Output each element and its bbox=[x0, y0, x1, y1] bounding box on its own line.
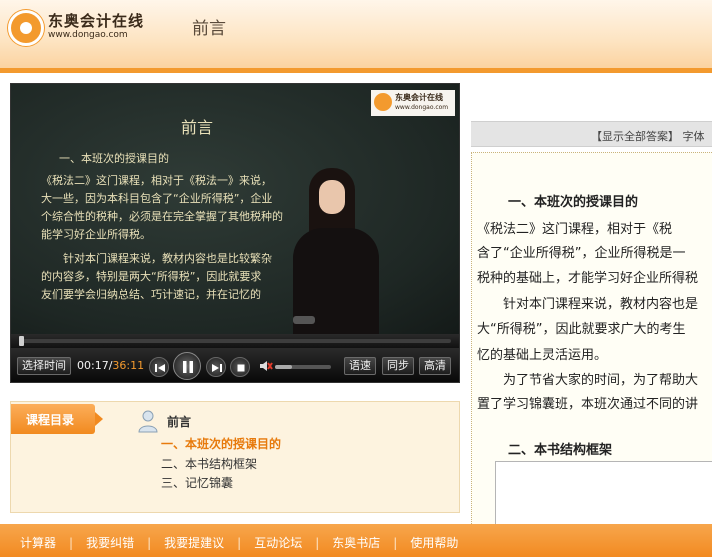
help-link[interactable]: 使用帮助 bbox=[410, 534, 458, 551]
watermark-name: 东奥会计在线 bbox=[395, 93, 443, 102]
next-button[interactable] bbox=[206, 357, 226, 377]
suggestion-link[interactable]: 我要提建议 bbox=[164, 534, 224, 551]
microphone-icon bbox=[293, 316, 315, 324]
watermark-circle-icon bbox=[374, 93, 392, 111]
footer: 计算器 | 我要纠错 | 我要提建议 | 互动论坛 | 东奥书店 | 使用帮助 bbox=[0, 524, 712, 557]
user-icon bbox=[138, 410, 158, 433]
catalog-item-memory-tips[interactable]: 三、记忆锦囊 bbox=[161, 474, 233, 491]
handout-toolbar: 【显示全部答案】 字体 bbox=[471, 121, 712, 147]
footer-separator: | bbox=[315, 536, 320, 550]
current-time: 00:17 bbox=[77, 359, 109, 372]
forum-link[interactable]: 互动论坛 bbox=[254, 534, 302, 551]
video-frame[interactable]: 东奥会计在线 www.dongao.com 前言 一、本班次的授课目的 《税法二… bbox=[11, 84, 459, 334]
catalog-item-teaching-purpose[interactable]: 一、本班次的授课目的 bbox=[161, 435, 281, 452]
skip-back-icon bbox=[155, 364, 165, 372]
board-line: 友们要学会归纳总结、巧计速记，并在记忆的 bbox=[41, 288, 261, 301]
handout-heading-1: 一、本班次的授课目的 bbox=[508, 195, 639, 210]
seek-handle[interactable] bbox=[19, 336, 24, 346]
calculator-link[interactable]: 计算器 bbox=[20, 534, 56, 551]
handout-line: 置了学习锦囊班，本班次通过不同的讲 bbox=[477, 397, 699, 412]
handout-content[interactable]: 一、本班次的授课目的 《税法二》这门课程，相对于《税 含了“企业所得税”，企业所… bbox=[471, 152, 712, 530]
handout-line: 税种的基础上，才能学习好企业所得税 bbox=[477, 271, 699, 286]
site-logo[interactable]: 东奥会计在线 www.dongao.com bbox=[8, 8, 148, 50]
page-title: 前言 bbox=[192, 19, 226, 39]
skip-forward-icon bbox=[212, 364, 222, 372]
structure-frame-box bbox=[495, 461, 712, 529]
footer-separator: | bbox=[147, 536, 152, 550]
stop-icon bbox=[237, 364, 245, 372]
speech-speed-button[interactable]: 语速 bbox=[344, 357, 376, 375]
handout-line: 含了“企业所得税”，企业所得税是一 bbox=[477, 246, 686, 261]
pause-icon bbox=[183, 361, 193, 373]
footer-separator: | bbox=[237, 536, 242, 550]
logo-circle-icon bbox=[8, 10, 44, 46]
board-title: 前言 bbox=[181, 118, 214, 137]
footer-separator: | bbox=[393, 536, 398, 550]
course-catalog-tab[interactable]: 课程目录 bbox=[11, 404, 103, 434]
lecturer-face bbox=[319, 180, 345, 214]
bookstore-link[interactable]: 东奥书店 bbox=[332, 534, 380, 551]
lecturer-figure bbox=[283, 168, 379, 334]
board-line: 个综合性的税种，必须是在完全掌握了其他税种的 bbox=[41, 210, 283, 223]
course-catalog: 课程目录 前言 一、本班次的授课目的 二、本书结构框架 三、记忆锦囊 bbox=[10, 401, 460, 513]
select-time-button[interactable]: 选择时间 bbox=[17, 357, 71, 375]
board-heading: 一、本班次的授课目的 bbox=[59, 152, 169, 165]
show-all-answers-link[interactable]: 【显示全部答案】 字体 bbox=[591, 128, 705, 144]
volume-slider[interactable] bbox=[275, 365, 331, 369]
board-line: 能学习好企业所得税。 bbox=[41, 228, 151, 241]
header: 东奥会计在线 www.dongao.com 前言 bbox=[0, 0, 712, 68]
board-line: 大一些，因为本科目包含了“企业所得税”，企业 bbox=[41, 192, 273, 205]
watermark-url: www.dongao.com bbox=[395, 104, 449, 111]
catalog-item-book-structure[interactable]: 二、本书结构框架 bbox=[161, 455, 257, 472]
video-watermark-logo: 东奥会计在线 www.dongao.com bbox=[371, 90, 455, 116]
seek-bar[interactable] bbox=[11, 334, 459, 348]
handout-heading-2: 二、本书结构框架 bbox=[508, 443, 613, 458]
pause-button[interactable] bbox=[173, 352, 201, 380]
handout-line: 为了节省大家的时间，为了帮助大 bbox=[477, 373, 699, 388]
player-controls: 选择时间 00:17/36:11 语速 同步 高清 bbox=[11, 348, 459, 382]
logo-name: 东奥会计在线 bbox=[48, 12, 145, 30]
volume-level-fill bbox=[275, 365, 292, 369]
course-catalog-tab-label: 课程目录 bbox=[26, 413, 75, 427]
stop-button[interactable] bbox=[230, 357, 250, 377]
time-display: 00:17/36:11 bbox=[77, 359, 145, 372]
handout-line: 针对本门课程来说，教材内容也是 bbox=[477, 297, 699, 312]
hd-button[interactable]: 高清 bbox=[419, 357, 451, 375]
handout-line: 《税法二》这门课程，相对于《税 bbox=[477, 222, 673, 237]
volume-mute-icon[interactable] bbox=[259, 359, 273, 373]
previous-button[interactable] bbox=[149, 357, 169, 377]
board-line: 的内容多，特别是两大“所得税”，因此就要求 bbox=[41, 270, 262, 283]
sync-button[interactable]: 同步 bbox=[382, 357, 414, 375]
seek-track[interactable] bbox=[19, 336, 451, 346]
footer-separator: | bbox=[69, 536, 74, 550]
logo-url: www.dongao.com bbox=[48, 30, 128, 40]
video-player[interactable]: 东奥会计在线 www.dongao.com 前言 一、本班次的授课目的 《税法二… bbox=[10, 83, 460, 383]
board-line: 针对本门课程来说，教材内容也是比较繁杂 bbox=[41, 252, 272, 265]
handout-line: 忆的基础上灵活运用。 bbox=[477, 348, 608, 363]
footer-links: 计算器 | 我要纠错 | 我要提建议 | 互动论坛 | 东奥书店 | 使用帮助 bbox=[20, 534, 458, 551]
page-root: 东奥会计在线 www.dongao.com 前言 东奥会计在线 www.dong… bbox=[0, 0, 712, 557]
report-error-link[interactable]: 我要纠错 bbox=[86, 534, 134, 551]
board-line: 《税法二》这门课程，相对于《税法一》来说， bbox=[41, 174, 272, 187]
header-divider bbox=[0, 68, 712, 73]
catalog-intro-link[interactable]: 前言 bbox=[167, 413, 191, 430]
duration-time: 36:11 bbox=[112, 359, 145, 372]
handout-line: 大“所得税”，因此就要求广大的考生 bbox=[477, 322, 686, 337]
